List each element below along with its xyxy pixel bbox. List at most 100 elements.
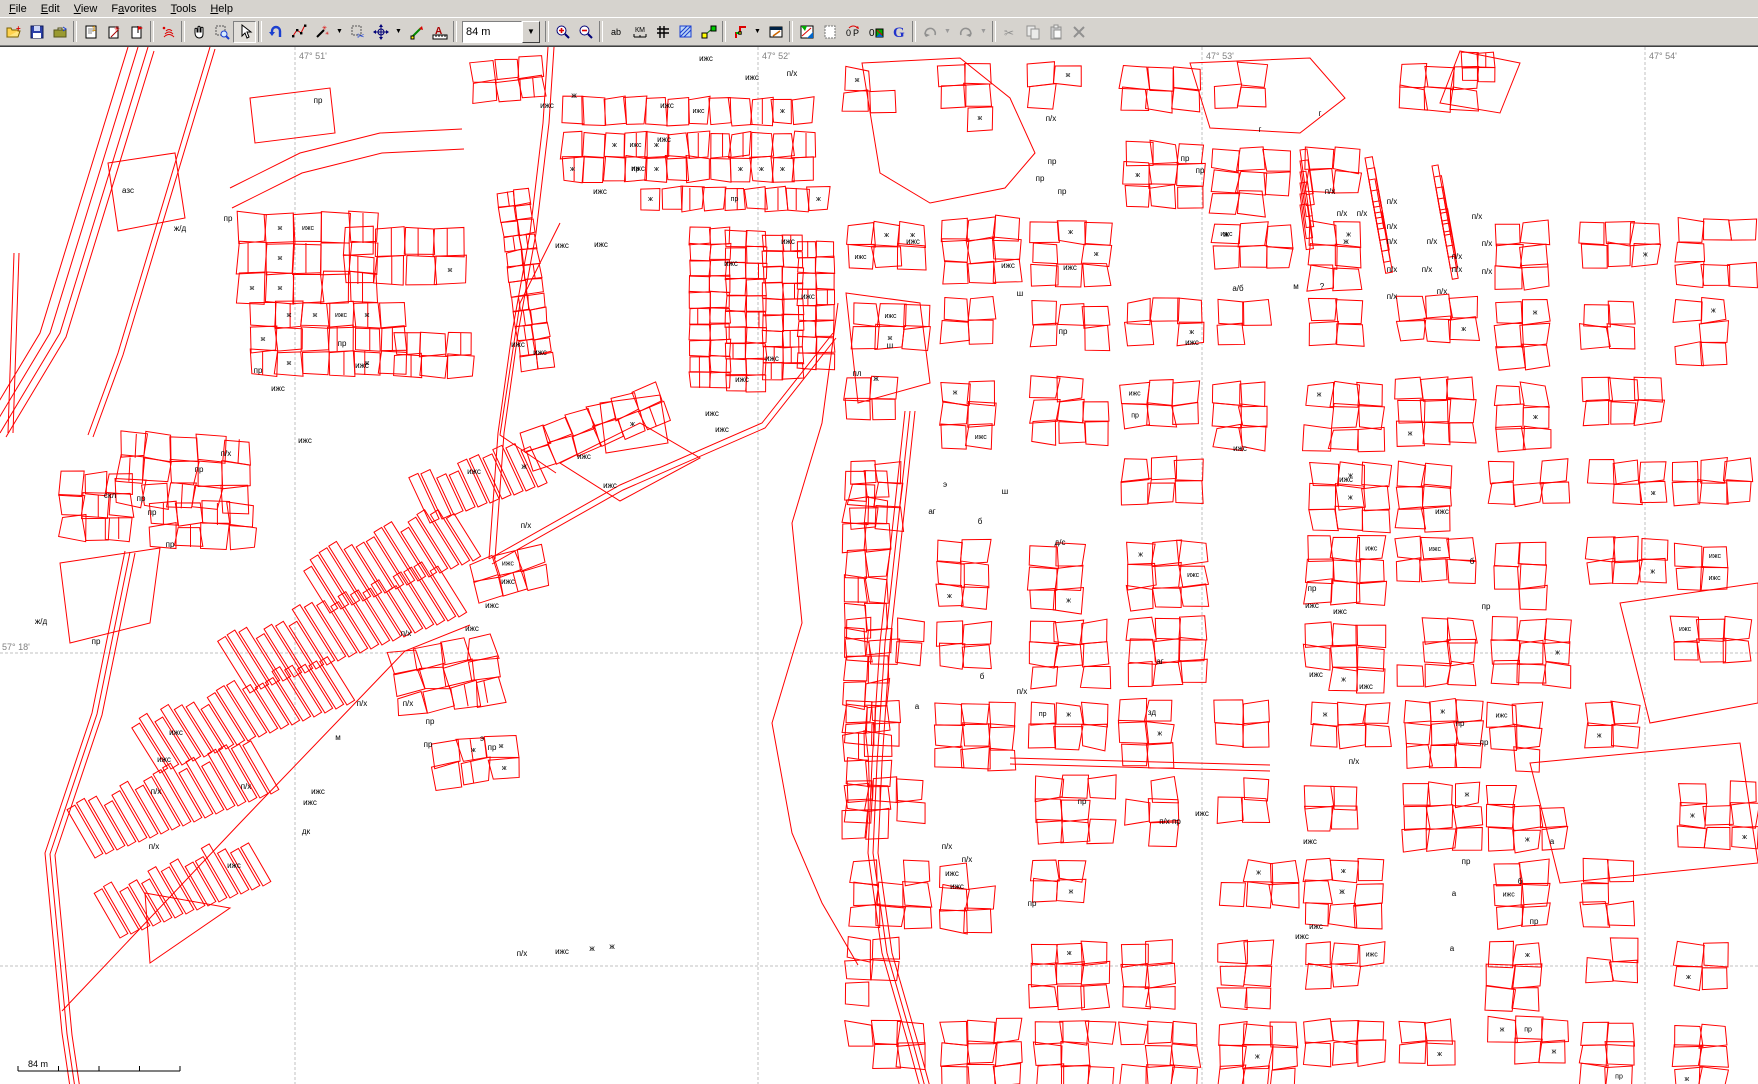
svg-text:п/х: п/х bbox=[149, 842, 160, 851]
svg-text:азс: азс bbox=[122, 186, 134, 195]
svg-text:ж: ж bbox=[1711, 307, 1716, 314]
svg-text:ижс: ижс bbox=[1709, 575, 1722, 582]
scale-combo-input[interactable] bbox=[462, 21, 522, 43]
svg-text:г: г bbox=[1259, 125, 1262, 134]
flag-sheet-icon bbox=[129, 24, 145, 40]
scissors-icon: ✂ bbox=[1002, 24, 1018, 40]
svg-text:б: б bbox=[1518, 877, 1523, 886]
map-view-button[interactable] bbox=[795, 21, 818, 43]
svg-text:ж: ж bbox=[1690, 812, 1695, 819]
move-rotate-button[interactable] bbox=[369, 21, 392, 43]
folder-closed-icon bbox=[52, 24, 68, 40]
redo-button-dropdown: ▼ bbox=[977, 20, 990, 44]
scale-combo[interactable]: ▼ bbox=[462, 22, 540, 42]
rotate-p-button[interactable]: 0P bbox=[841, 21, 864, 43]
svg-text:пл: пл bbox=[853, 369, 862, 378]
svg-text:ж: ж bbox=[471, 747, 476, 754]
svg-text:ж: ж bbox=[630, 421, 635, 428]
svg-text:пр: пр bbox=[254, 366, 263, 375]
svg-text:пр: пр bbox=[1530, 917, 1539, 926]
node-edit-button[interactable] bbox=[697, 21, 720, 43]
page-dashed-icon bbox=[822, 24, 838, 40]
svg-text:зд: зд bbox=[1148, 708, 1156, 717]
hatch-button[interactable] bbox=[674, 21, 697, 43]
svg-text:ижс: ижс bbox=[801, 292, 815, 301]
svg-text:ж: ж bbox=[855, 77, 860, 84]
save-button[interactable] bbox=[25, 21, 48, 43]
move-rotate-button-dropdown[interactable]: ▼ bbox=[392, 20, 405, 44]
grid-button[interactable] bbox=[651, 21, 674, 43]
length-km-button[interactable]: КМ bbox=[628, 21, 651, 43]
new-sheet-button[interactable] bbox=[818, 21, 841, 43]
magic-wand-button[interactable]: ✳✳ bbox=[310, 21, 333, 43]
map-properties-button[interactable]: 1 bbox=[79, 21, 102, 43]
zoom-in-button[interactable] bbox=[551, 21, 574, 43]
svg-text:ж: ж bbox=[1465, 791, 1470, 798]
svg-text:ж: ж bbox=[1552, 1049, 1557, 1056]
svg-text:ш: ш bbox=[1002, 487, 1008, 496]
cut-button: ✂ bbox=[998, 21, 1021, 43]
cut-fragment-button[interactable]: ✂ bbox=[346, 21, 369, 43]
wand-icon: ✳✳ bbox=[314, 24, 330, 40]
object-search-button[interactable] bbox=[156, 21, 179, 43]
polyline-button[interactable] bbox=[287, 21, 310, 43]
svg-text:б: б bbox=[978, 517, 983, 526]
svg-text:ж: ж bbox=[816, 196, 821, 203]
svg-text:ж: ж bbox=[1341, 677, 1346, 684]
menu-file[interactable]: File bbox=[2, 2, 34, 16]
svg-text:ж: ж bbox=[738, 166, 743, 173]
close-map-button[interactable] bbox=[48, 21, 71, 43]
menu-help[interactable]: Help bbox=[203, 2, 240, 16]
map-wizard-button[interactable]: ✳ bbox=[102, 21, 125, 43]
undo-move-button[interactable] bbox=[264, 21, 287, 43]
ruler-a-icon: A bbox=[432, 24, 448, 40]
svg-text:ж: ж bbox=[1686, 974, 1691, 981]
ruler-text-button[interactable]: A bbox=[428, 21, 451, 43]
menu-view[interactable]: View bbox=[67, 2, 105, 16]
map-canvas[interactable]: 47° 51'47° 52'47° 53'47° 54'57° 18'ижсжж… bbox=[0, 47, 1758, 1084]
profile-line-button[interactable] bbox=[728, 21, 751, 43]
map-flag-button[interactable] bbox=[125, 21, 148, 43]
svg-text:ижс: ижс bbox=[1233, 444, 1247, 453]
pan-hand-button[interactable] bbox=[187, 21, 210, 43]
zoom-select-button[interactable] bbox=[210, 21, 233, 43]
svg-text:пр: пр bbox=[1039, 711, 1047, 718]
redo-button bbox=[954, 21, 977, 43]
svg-text:п/х: п/х bbox=[942, 842, 953, 851]
google-button[interactable]: G bbox=[887, 21, 910, 43]
svg-text:пр: пр bbox=[92, 637, 101, 646]
paste-icon bbox=[1048, 24, 1064, 40]
text-ab-button[interactable]: ab bbox=[605, 21, 628, 43]
svg-text:ижс: ижс bbox=[227, 861, 241, 870]
svg-text:пр: пр bbox=[1078, 797, 1087, 806]
wizard-sheet-icon: ✳ bbox=[106, 24, 122, 40]
svg-text:ж: ж bbox=[1684, 1076, 1689, 1083]
svg-text:ж: ж bbox=[1742, 834, 1747, 841]
zoom-out-button[interactable] bbox=[574, 21, 597, 43]
menu-favorites[interactable]: Favorites bbox=[104, 2, 163, 16]
delete-button bbox=[1067, 21, 1090, 43]
svg-text:ижс: ижс bbox=[511, 340, 525, 349]
svg-text:ж: ж bbox=[648, 196, 653, 203]
svg-text:ж: ж bbox=[1135, 172, 1140, 179]
svg-text:ижс: ижс bbox=[950, 882, 964, 891]
menu-edit[interactable]: Edit bbox=[34, 2, 67, 16]
g-letter-icon: G bbox=[891, 24, 907, 40]
scale-bar-label: 84 m bbox=[28, 1059, 48, 1069]
svg-text:ижс: ижс bbox=[501, 577, 515, 586]
magic-wand-button-dropdown[interactable]: ▼ bbox=[333, 20, 346, 44]
svg-text:п/х: п/х bbox=[1482, 239, 1493, 248]
profile-line-button-dropdown[interactable]: ▼ bbox=[751, 20, 764, 44]
undo-blue-icon bbox=[268, 24, 284, 40]
dialog-edit-button[interactable] bbox=[764, 21, 787, 43]
map-viewport[interactable]: 47° 51'47° 52'47° 53'47° 54'57° 18'ижсжж… bbox=[0, 46, 1758, 1084]
select-arrow-button[interactable] bbox=[233, 21, 256, 43]
menu-tools[interactable]: Tools bbox=[164, 2, 204, 16]
scale-combo-arrow[interactable]: ▼ bbox=[522, 21, 540, 43]
layers-zero-button[interactable]: 0 bbox=[864, 21, 887, 43]
toolbar-separator bbox=[150, 21, 154, 42]
svg-text:б: б bbox=[1470, 557, 1475, 566]
open-map-button[interactable]: + bbox=[2, 21, 25, 43]
vector-edit-button[interactable] bbox=[405, 21, 428, 43]
svg-text:ж: ж bbox=[947, 593, 952, 600]
